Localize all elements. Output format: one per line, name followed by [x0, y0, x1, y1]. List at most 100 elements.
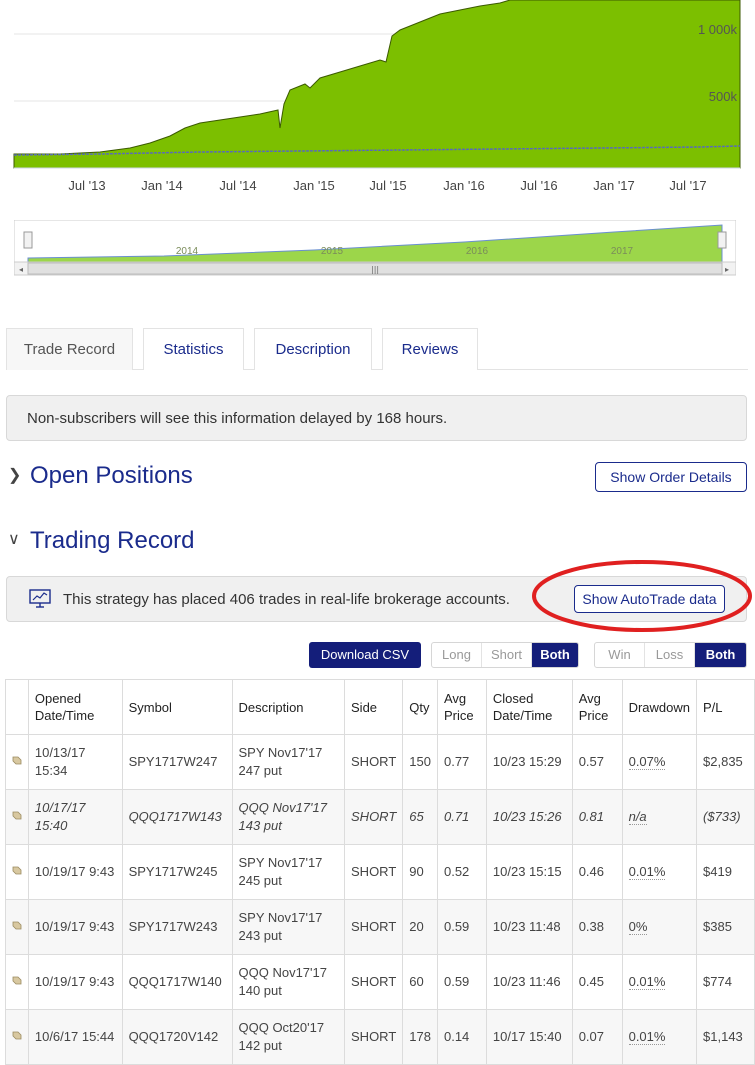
section-title: Trading Record [30, 527, 195, 554]
drawdown-value[interactable]: 0.01% [628, 864, 666, 880]
closed-cell: 10/23 15:26 [485, 789, 573, 845]
x-tick-label: Jul '16 [520, 178, 558, 193]
filter-loss[interactable]: Loss [645, 643, 695, 667]
drawdown-value[interactable]: 0.01% [628, 1029, 666, 1045]
avg-open-cell: 0.71 [436, 789, 487, 845]
cell-line: 10/17/17 [34, 800, 86, 815]
table-row[interactable]: 10/17/17 15:40 QQQ1717W143 QQQ Nov17'17 14… [5, 789, 755, 845]
trade-row-icon-cell [5, 844, 29, 900]
show-autotrade-data-button[interactable]: Show AutoTrade data [574, 585, 725, 613]
scroll-right-arrow-icon[interactable]: ▸ [725, 265, 729, 274]
x-tick-label: Jul '13 [68, 178, 106, 193]
trade-hand-icon [12, 756, 22, 765]
tab-description[interactable]: Description [254, 328, 372, 370]
x-tick-label: Jan '17 [593, 178, 635, 193]
delay-notice: Non-subscribers will see this informatio… [6, 395, 747, 441]
filter-both-side[interactable]: Both [532, 643, 578, 667]
x-tick-label: Jul '14 [219, 178, 257, 193]
filter-win[interactable]: Win [595, 643, 645, 667]
trade-hand-icon [12, 811, 22, 820]
table-row[interactable]: 10/19/17 9:43 SPY1717W245 SPY Nov17'17 24… [5, 844, 755, 900]
navigator-year-label: 2016 [465, 246, 489, 257]
equity-area [13, 0, 741, 169]
cell-line: 10/19/17 9:43 [34, 864, 115, 879]
filter-both-outcome[interactable]: Both [695, 643, 746, 667]
qty-header[interactable]: Qty [402, 679, 438, 735]
cell-line: SPY Nov17'17 [238, 910, 323, 925]
table-row[interactable]: 10/6/17 15:44 QQQ1720V142 QQQ Oct20'17 14… [5, 1009, 755, 1065]
avg-open-cell: 0.52 [436, 844, 487, 900]
table-header-row: Opened Date/Time Symbol Description Side … [5, 679, 755, 735]
cell-line: 245 put [238, 873, 282, 888]
avg-price-close-header[interactable]: Avg Price [571, 679, 623, 735]
pl-cell: $1,143 [696, 1009, 755, 1065]
description-cell: QQQ Nov17'17 143 put [231, 789, 346, 845]
opened-cell: 10/13/17 15:34 [27, 734, 123, 790]
table-row[interactable]: 10/19/17 9:43 QQQ1717W140 QQQ Nov17'17 14… [5, 954, 755, 1010]
trading-record-header[interactable]: ∨ Trading Record [8, 527, 195, 555]
description-cell: SPY Nov17'17 245 put [231, 844, 346, 900]
symbol-cell[interactable]: SPY1717W247 [121, 734, 233, 790]
description-header[interactable]: Description [231, 679, 346, 735]
navigator-right-handle[interactable] [717, 231, 727, 249]
x-tick-label: Jan '16 [443, 178, 485, 193]
table-row[interactable]: 10/13/17 15:34 SPY1717W247 SPY Nov17'17 24… [5, 734, 755, 790]
drawdown-header[interactable]: Drawdown [621, 679, 698, 735]
tab-reviews[interactable]: Reviews [382, 328, 478, 370]
pl-header[interactable]: P/L [696, 679, 755, 735]
side-cell: SHORT [344, 899, 404, 955]
trade-row-icon-cell [5, 899, 29, 955]
side-cell: SHORT [344, 789, 404, 845]
symbol-cell[interactable]: SPY1717W245 [121, 844, 233, 900]
description-cell: SPY Nov17'17 243 put [231, 899, 346, 955]
avg-price-open-header[interactable]: Avg Price [436, 679, 487, 735]
trade-row-icon-cell [5, 1009, 29, 1065]
avg-open-cell: 0.14 [436, 1009, 487, 1065]
open-positions-header[interactable]: ❯ Open Positions [8, 462, 193, 490]
cell-line: QQQ Nov17'17 [238, 800, 327, 815]
cell-line: 10/13/17 [34, 745, 86, 760]
symbol-cell[interactable]: QQQ1717W140 [121, 954, 233, 1010]
cell-line: 10/6/17 15:44 [34, 1029, 115, 1044]
cell-line: 140 put [238, 983, 282, 998]
cell-line: QQQ Nov17'17 [238, 965, 327, 980]
chevron-down-icon[interactable]: ∨ [8, 529, 30, 549]
opened-cell: 10/19/17 9:43 [27, 899, 123, 955]
x-tick-label: Jan '15 [293, 178, 335, 193]
symbol-header[interactable]: Symbol [121, 679, 233, 735]
symbol-cell[interactable]: QQQ1720V142 [121, 1009, 233, 1065]
cell-line: SPY Nov17'17 [238, 855, 323, 870]
drawdown-value[interactable]: 0.07% [628, 754, 666, 770]
table-row[interactable]: 10/19/17 9:43 SPY1717W243 SPY Nov17'17 24… [5, 899, 755, 955]
symbol-cell[interactable]: QQQ1717W143 [121, 789, 233, 845]
monitor-chart-icon [29, 589, 51, 608]
drawdown-value[interactable]: 0.01% [628, 974, 666, 990]
download-csv-button[interactable]: Download CSV [309, 642, 421, 668]
closed-cell: 10/23 15:15 [485, 844, 573, 900]
closed-header[interactable]: Closed Date/Time [485, 679, 573, 735]
grip-icon: ||| [371, 265, 379, 274]
description-cell: SPY Nov17'17 247 put [231, 734, 346, 790]
side-header[interactable]: Side [344, 679, 404, 735]
tab-statistics[interactable]: Statistics [143, 328, 244, 370]
navigator-left-handle[interactable] [23, 231, 33, 249]
opened-cell: 10/6/17 15:44 [27, 1009, 123, 1065]
opened-cell: 10/17/17 15:40 [27, 789, 123, 845]
description-cell: QQQ Oct20'17 142 put [231, 1009, 346, 1065]
pl-cell: $385 [696, 899, 755, 955]
show-order-details-button[interactable]: Show Order Details [595, 462, 747, 492]
x-tick-label: Jul '15 [369, 178, 407, 193]
icon-column-header [5, 679, 29, 735]
scroll-left-arrow-icon[interactable]: ◂ [19, 265, 23, 274]
avg-close-cell: 0.81 [571, 789, 623, 845]
filter-short[interactable]: Short [482, 643, 532, 667]
opened-header[interactable]: Opened Date/Time [27, 679, 123, 735]
pl-cell: $774 [696, 954, 755, 1010]
drawdown-cell: 0.01% [621, 844, 698, 900]
symbol-cell[interactable]: SPY1717W243 [121, 899, 233, 955]
tab-trade-record[interactable]: Trade Record [6, 328, 133, 370]
filter-long[interactable]: Long [432, 643, 482, 667]
drawdown-value[interactable]: n/a [628, 809, 647, 825]
chevron-right-icon[interactable]: ❯ [8, 465, 30, 485]
drawdown-value[interactable]: 0% [628, 919, 648, 935]
